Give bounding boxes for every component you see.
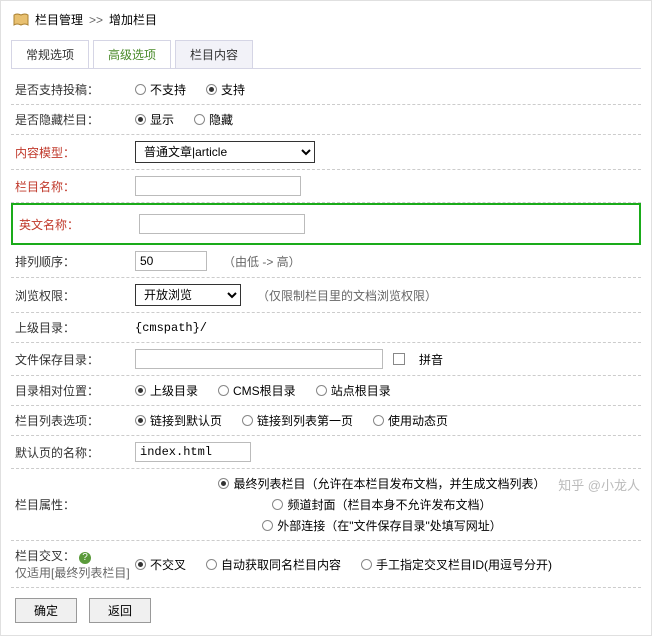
label-parent: 上级目录： [13,319,135,336]
label-list-opt: 栏目列表选项： [13,412,135,429]
radio-list-first[interactable]: 链接到列表第一页 [242,412,353,429]
tab-advanced[interactable]: 高级选项 [93,40,171,68]
tab-general[interactable]: 常规选项 [11,40,89,68]
breadcrumb-page: 增加栏目 [109,11,157,28]
radio-cross-manual[interactable]: 手工指定交叉栏目ID(用逗号分开) [361,556,552,573]
radio-attr-list[interactable]: 最终列表栏目（允许在本栏目发布文档，并生成文档列表） [218,475,545,492]
label-ename: 英文名称： [17,216,139,233]
breadcrumb-sep: >> [89,13,103,27]
label-support-submit: 是否支持投稿： [13,81,135,98]
hint-order: （由低 -> 高） [223,253,301,270]
hint-browse: （仅限制栏目里的文档浏览权限） [257,287,437,304]
label-pinyin: 拼音 [419,351,443,368]
input-order[interactable] [135,251,207,271]
radio-cross-auto[interactable]: 自动获取同名栏目内容 [206,556,341,573]
radio-attr-cover[interactable]: 频道封面（栏目本身不允许发布文档） [272,496,491,513]
back-button[interactable]: 返回 [89,598,151,623]
radio-rel-site[interactable]: 站点根目录 [316,382,391,399]
radio-cross-none[interactable]: 不交叉 [135,556,186,573]
label-save-dir: 文件保存目录： [13,351,135,368]
radio-hidden-hide[interactable]: 隐藏 [194,111,233,128]
label-order: 排列顺序： [13,253,135,270]
input-ename[interactable] [139,214,305,234]
highlighted-row: 英文名称： [11,203,641,245]
radio-rel-cms[interactable]: CMS根目录 [218,382,296,399]
checkbox-pinyin[interactable] [393,353,405,365]
book-icon [13,13,29,27]
input-save-dir[interactable] [135,349,383,369]
breadcrumb-section[interactable]: 栏目管理 [35,11,83,28]
label-name: 栏目名称： [13,178,135,195]
input-name[interactable] [135,176,301,196]
radio-attr-ext[interactable]: 外部连接（在"文件保存目录"处填写网址） [262,517,502,534]
label-attr: 栏目属性： [13,496,135,513]
radio-list-dynamic[interactable]: 使用动态页 [373,412,448,429]
label-browse: 浏览权限： [13,287,135,304]
label-rel-pos: 目录相对位置： [13,382,135,399]
label-cross: 栏目交叉：? 仅适用[最终列表栏目] [13,547,135,581]
help-icon[interactable]: ? [79,552,91,564]
label-default-page: 默认页的名称： [13,444,135,461]
watermark: 知乎 @小龙人 [558,475,640,494]
select-browse[interactable]: 开放浏览 [135,284,241,306]
radio-rel-parent[interactable]: 上级目录 [135,382,198,399]
select-model[interactable]: 普通文章|article [135,141,315,163]
label-hidden: 是否隐藏栏目： [13,111,135,128]
input-default-page[interactable] [135,442,251,462]
radio-support-yes[interactable]: 支持 [206,81,245,98]
ok-button[interactable]: 确定 [15,598,77,623]
radio-list-default[interactable]: 链接到默认页 [135,412,222,429]
tab-content[interactable]: 栏目内容 [175,40,253,68]
label-model: 内容模型： [13,144,135,161]
value-parent: {cmspath}/ [135,321,207,335]
radio-hidden-show[interactable]: 显示 [135,111,174,128]
radio-support-no[interactable]: 不支持 [135,81,186,98]
